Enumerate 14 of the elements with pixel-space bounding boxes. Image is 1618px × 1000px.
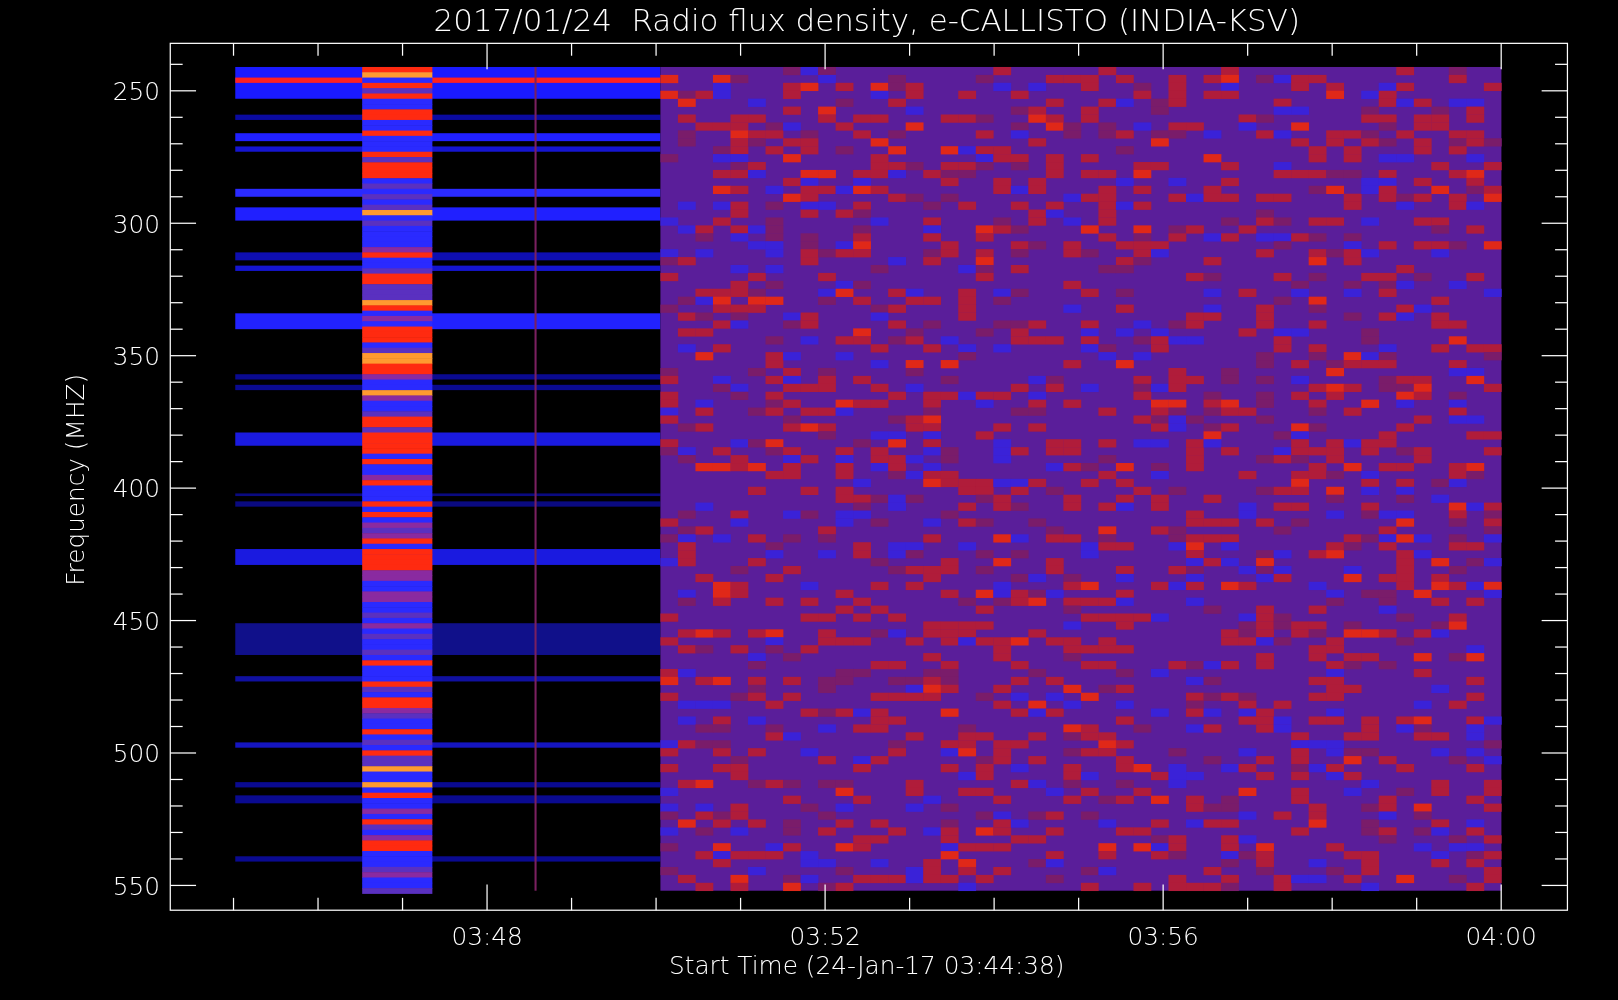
y-axis-title: Frequency (MHZ) [60, 373, 90, 586]
x-tick-label: 03:48 [451, 922, 523, 952]
y-tick-label: 500 [112, 739, 160, 769]
y-tick-label: 400 [112, 474, 160, 504]
chart-title: 2017/01/24 Radio flux density, e-CALLISTO (INDIA-KSV) [433, 1, 1300, 38]
y-tick-label: 250 [112, 77, 160, 107]
y-tick-label: 450 [112, 606, 160, 636]
x-axis-title: Start Time (24-Jan-17 03:44:38) [669, 951, 1065, 981]
y-tick-label: 550 [112, 871, 160, 901]
x-tick-label: 03:56 [1127, 922, 1199, 952]
y-tick-label: 300 [112, 209, 160, 239]
x-tick-label: 04:00 [1465, 922, 1537, 952]
x-tick-label: 03:52 [789, 922, 861, 952]
y-tick-label: 350 [112, 341, 160, 371]
